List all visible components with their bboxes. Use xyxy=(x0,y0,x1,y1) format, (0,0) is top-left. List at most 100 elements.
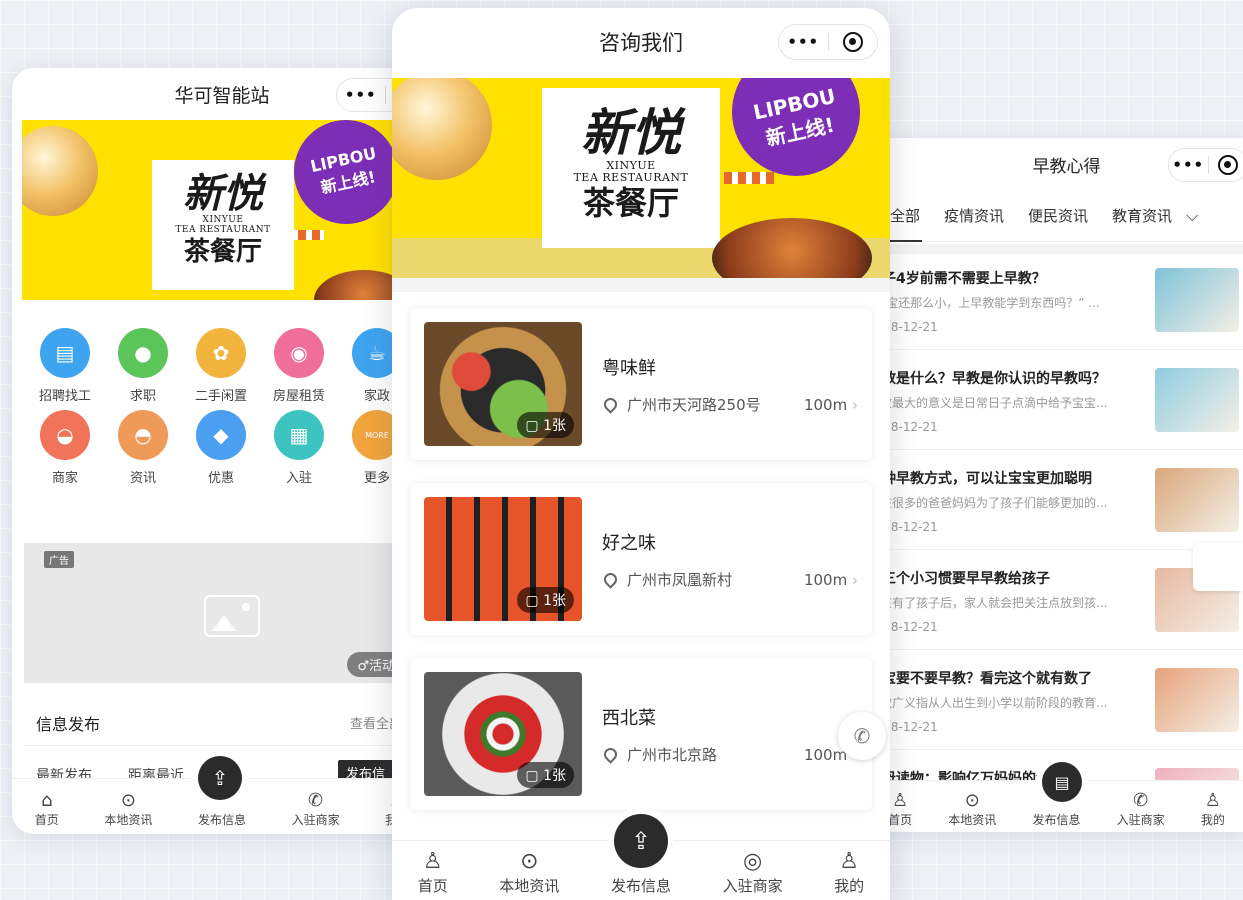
upload-icon: ⇪ xyxy=(211,766,229,790)
article-summary: 早教广义指从人出生到小学以前阶段的教育... xyxy=(882,696,1108,710)
category-label: 房屋租赁 xyxy=(272,389,325,404)
center-tab-local-news[interactable]: ⊙ 本地资讯 xyxy=(499,849,559,896)
category-label: 更多 xyxy=(363,471,390,486)
more-dots-icon[interactable]: ••• xyxy=(779,33,828,51)
left-tab-merchants[interactable]: ✆ 入驻商家 xyxy=(292,791,340,828)
chevron-right-icon: › xyxy=(852,396,858,414)
location-pin-icon xyxy=(601,745,620,764)
flower-icon: ✿ xyxy=(196,328,246,378)
article-item[interactable]: 早教是什么？早教是你认识的早教吗？ 早教最大的意义是日常日子点滴中给予宝宝... 2… xyxy=(882,350,1243,450)
location-badge-icon: ◎ xyxy=(742,849,763,874)
right-tab-local-news[interactable]: ⊙ 本地资讯 xyxy=(948,791,996,828)
more-dots-icon[interactable]: ••• xyxy=(337,86,385,104)
category-donut[interactable]: ◉ 房屋租赁 xyxy=(260,328,338,404)
left-upload-fab[interactable]: ⇪ xyxy=(198,756,242,800)
left-logo: 新悦 XINYUE TEA RESTAURANT 茶餐厅 xyxy=(152,160,294,290)
photo-count-badge: ▢ 1张 xyxy=(517,412,574,438)
right-document-fab[interactable]: ▤ xyxy=(1042,762,1082,802)
category-shop[interactable]: ▤ 招聘找工 xyxy=(26,328,104,404)
chevron-right-icon: › xyxy=(852,571,858,589)
category-burger[interactable]: ◒ 商家 xyxy=(26,410,104,486)
image-icon: ▢ xyxy=(525,418,539,434)
center-banner[interactable]: 新悦 XINYUE TEA RESTAURANT 茶餐厅 LIPBOU 新上线! xyxy=(392,78,890,278)
category-label: 商家 xyxy=(51,471,78,486)
article-title: 早教是什么？早教是你认识的早教吗？ xyxy=(882,371,1106,387)
category-label: 求职 xyxy=(129,389,156,404)
upload-icon: ⇪ xyxy=(630,827,652,855)
location-pin-icon: ⊙ xyxy=(964,790,980,811)
user-icon: ♙ xyxy=(839,849,860,874)
image-placeholder-icon xyxy=(204,595,260,637)
article-thumbnail xyxy=(1155,368,1239,432)
restaurant-name: 好之味 xyxy=(602,533,656,554)
center-page-title: 咨询我们 xyxy=(599,31,683,55)
close-target-icon[interactable] xyxy=(829,32,878,52)
article-list: 孩子4岁前需不需要上早教？ “宝宝还那么小，上早教能学到东西吗？” ... 2018… xyxy=(882,250,1243,790)
restaurant-distance: 100m › xyxy=(803,396,858,414)
restaurant-card[interactable]: ▢ 1张 粤味鲜广州市天河路250号 100m › xyxy=(410,308,872,460)
right-page-title: 早教心得 xyxy=(1032,156,1101,177)
center-tab-mine[interactable]: ♙ 我的 xyxy=(834,849,864,896)
home-icon: ⌂ xyxy=(41,790,53,811)
restaurant-name: 粤味鲜 xyxy=(602,358,656,379)
center-titlebar: 咨询我们 ••• xyxy=(392,8,890,76)
right-phone: 早教心得 ••• 全部 疫情资讯 便民资讯 教育资讯 ⌵ 孩子4岁前需不需要上早… xyxy=(870,138,1243,832)
tab-epidemic[interactable]: 疫情资讯 xyxy=(930,190,1014,242)
category-flower[interactable]: ✿ 二手闲置 xyxy=(182,328,260,404)
article-thumbnail xyxy=(1155,268,1239,332)
center-tab-home[interactable]: ♙ 首页 xyxy=(418,849,448,896)
article-item[interactable]: 这三个小习惯要早早教给孩子现在有了孩子后，家人就会把关注点放到孩... 2018-… xyxy=(882,550,1243,650)
burger-icon: ◒ xyxy=(40,410,90,460)
restaurant-address: 广州市天河路250号 xyxy=(601,394,761,415)
apple-icon: ● xyxy=(118,328,168,378)
photo-count-badge: ▢ 1张 xyxy=(517,587,574,613)
location-pin-icon: ⊙ xyxy=(120,790,136,811)
center-upload-fab[interactable]: ⇪ xyxy=(614,814,668,868)
right-tab-home[interactable]: ♙ 首页 xyxy=(888,791,912,828)
article-item[interactable]: 宝宝要不要早教？看完这个就有数了早教广义指从人出生到小学以前阶段的教育... 20… xyxy=(882,650,1243,750)
ad-banner[interactable]: 广告 ♂活动推 xyxy=(24,543,424,683)
restaurant-card[interactable]: ▢ 1张 好之味 广州市凤凰新村 100m › xyxy=(410,483,872,635)
category-diamond[interactable]: ◆ 优惠 xyxy=(182,410,260,486)
center-phone: 咨询我们 ••• 新悦 XINYUE TEA RESTAURANT 茶餐厅 LI… xyxy=(392,8,890,900)
donut-icon: ◉ xyxy=(274,328,324,378)
left-promo-badge: LIPBOU 新上线! xyxy=(284,120,408,234)
chevron-down-icon[interactable]: ⌵ xyxy=(1182,190,1208,242)
category-apple[interactable]: ● 求职 xyxy=(104,328,182,404)
more-dots-icon[interactable]: ••• xyxy=(1169,156,1208,174)
article-item[interactable]: 孩子4岁前需不需要上早教？ “宝宝还那么小，上早教能学到东西吗？” ... 2018… xyxy=(882,250,1243,350)
tab-convenience[interactable]: 便民资讯 xyxy=(1014,190,1098,242)
article-summary: 现在很多的爸爸妈妈为了孩子们能够更加的... xyxy=(882,496,1108,510)
article-date: 2018-12-21 xyxy=(882,620,938,634)
bread-image xyxy=(22,126,98,216)
restaurant-photo: ▢ 1张 xyxy=(424,672,582,796)
image-icon: ▢ xyxy=(525,593,539,609)
left-tab-home[interactable]: ⌂ 首页 xyxy=(35,791,59,828)
article-title: 这三个小习惯要早早教给孩子 xyxy=(882,571,1050,587)
ad-tag: 广告 xyxy=(44,551,74,568)
restaurant-address: 广州市凤凰新村 xyxy=(601,569,732,590)
tab-education[interactable]: 教育资讯 xyxy=(1098,190,1182,242)
category-gift[interactable]: ▦ 入驻 xyxy=(260,410,338,486)
category-label: 二手闲置 xyxy=(194,389,247,404)
image-icon: ▢ xyxy=(525,768,539,784)
right-tab-mine[interactable]: ♙ 我的 xyxy=(1201,791,1225,828)
call-button[interactable]: ✆ xyxy=(838,712,886,760)
restaurant-card[interactable]: ▢ 1张西北菜广州市北京路100m › xyxy=(410,658,872,810)
gift-icon: ▦ xyxy=(274,410,324,460)
cloche-icon: ◓ xyxy=(118,410,168,460)
right-tab-merchants[interactable]: ✆ 入驻商家 xyxy=(1117,791,1165,828)
left-tab-local-news[interactable]: ⊙ 本地资讯 xyxy=(104,791,152,828)
close-target-icon[interactable] xyxy=(1209,155,1243,175)
article-summary: “宝宝还那么小，上早教能学到东西吗？” ... xyxy=(882,296,1100,310)
info-title: 信息发布 xyxy=(36,714,101,734)
center-tab-merchants[interactable]: ◎ 入驻商家 xyxy=(723,849,783,896)
article-item[interactable]: 三种早教方式，可以让宝宝更加聪明现在很多的爸爸妈妈为了孩子们能够更加的... 20… xyxy=(882,450,1243,550)
left-banner[interactable]: 新悦 XINYUE TEA RESTAURANT 茶餐厅 LIPBOU 新上线! xyxy=(22,120,422,300)
category-label: 资讯 xyxy=(129,471,156,486)
category-cloche[interactable]: ◓ 资讯 xyxy=(104,410,182,486)
center-capsule[interactable]: ••• xyxy=(778,24,878,60)
right-capsule[interactable]: ••• xyxy=(1168,148,1243,182)
article-date: 2018-12-21 xyxy=(882,520,938,534)
article-title: 孩子4岁前需不需要上早教？ xyxy=(882,271,1046,287)
